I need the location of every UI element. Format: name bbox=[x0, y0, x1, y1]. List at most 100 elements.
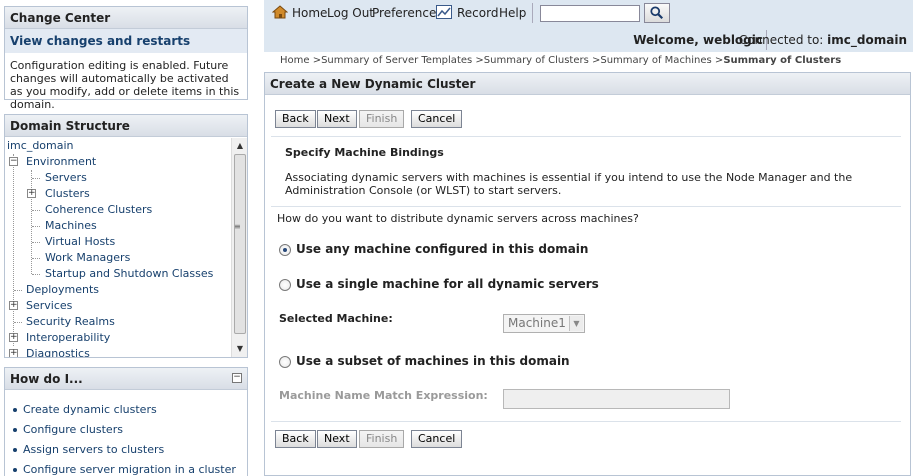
section-title: Specify Machine Bindings bbox=[285, 146, 444, 159]
selected-machine-select: Machine1 ▼ bbox=[503, 314, 585, 333]
scroll-grip-icon: ≡ bbox=[234, 222, 241, 231]
tree-item-coherence-clusters[interactable]: Coherence Clusters bbox=[45, 202, 152, 218]
breadcrumb-trail[interactable]: Home >Summary of Server Templates >Summa… bbox=[280, 55, 723, 66]
radio-subset-machines[interactable] bbox=[279, 355, 291, 368]
expand-services-icon[interactable]: + bbox=[9, 301, 18, 310]
view-changes-link[interactable]: View changes and restarts bbox=[5, 29, 247, 53]
tree-item-interoperability[interactable]: Interoperability bbox=[26, 330, 110, 346]
tree-connector bbox=[14, 322, 22, 323]
tree-scrollbar[interactable]: ▲ ≡ ▼ bbox=[231, 138, 247, 357]
left-sidebar: Change Center View changes and restarts … bbox=[0, 0, 254, 476]
divider bbox=[271, 206, 901, 207]
divider bbox=[271, 421, 901, 422]
tree-item-imc-domain[interactable]: imc_domain bbox=[7, 138, 74, 154]
option-subset-machines[interactable]: Use a subset of machines in this domain bbox=[279, 353, 570, 369]
selected-machine-label: Selected Machine: bbox=[279, 312, 393, 325]
how-do-i-panel: How do I... − Create dynamic clusters Co… bbox=[4, 367, 248, 476]
connected-prefix: Connected to: bbox=[738, 33, 824, 47]
tree-connector bbox=[32, 210, 40, 211]
domain-structure-panel: Domain Structure imc_domain − Environmen… bbox=[4, 114, 248, 358]
preferences-link[interactable]: Preferences bbox=[372, 6, 443, 20]
top-navigation: Home Log Out Preferences Record Help bbox=[264, 0, 913, 26]
search-input[interactable] bbox=[540, 5, 640, 22]
scroll-down-icon[interactable]: ▼ bbox=[233, 342, 247, 356]
cancel-button[interactable]: Cancel bbox=[411, 110, 463, 128]
how-do-i-title-text: How do I... bbox=[10, 372, 83, 386]
option-single-machine[interactable]: Use a single machine for all dynamic ser… bbox=[279, 276, 599, 292]
tree-item-clusters[interactable]: Clusters bbox=[45, 186, 90, 202]
radio-single-machine[interactable] bbox=[279, 278, 291, 291]
breadcrumb-current: Summary of Clusters bbox=[723, 55, 842, 66]
how-do-i-link[interactable]: Create dynamic clusters bbox=[11, 400, 247, 420]
how-do-i-title: How do I... − bbox=[5, 368, 247, 390]
finish-button: Finish bbox=[359, 110, 405, 128]
change-center-description: Configuration editing is enabled. Future… bbox=[10, 59, 240, 111]
search-icon bbox=[650, 6, 664, 20]
connected-to: Connected to: imc_domain bbox=[739, 33, 907, 47]
back-button-bottom[interactable]: Back bbox=[275, 430, 316, 448]
how-do-i-link[interactable]: Configure server migration in a cluster bbox=[11, 460, 247, 476]
tree-connector bbox=[14, 290, 22, 291]
tree-item-startup-shutdown-classes[interactable]: Startup and Shutdown Classes bbox=[45, 266, 213, 282]
tree-item-virtual-hosts[interactable]: Virtual Hosts bbox=[45, 234, 115, 250]
wizard-panel: Create a New Dynamic Cluster Back Next F… bbox=[264, 72, 911, 476]
next-button[interactable]: Next bbox=[317, 110, 357, 128]
scroll-up-icon[interactable]: ▲ bbox=[233, 139, 247, 153]
record-link[interactable]: Record bbox=[457, 6, 498, 20]
tree-connector bbox=[32, 274, 40, 275]
home-icon[interactable] bbox=[272, 4, 288, 20]
expand-interoperability-icon[interactable]: + bbox=[9, 333, 18, 342]
nav-divider bbox=[532, 3, 533, 23]
home-link[interactable]: Home bbox=[292, 6, 327, 20]
wizard-title: Create a New Dynamic Cluster bbox=[265, 73, 910, 95]
next-button-bottom[interactable]: Next bbox=[317, 430, 357, 448]
breadcrumb: Home >Summary of Server Templates >Summa… bbox=[280, 55, 841, 66]
tree-item-services[interactable]: Services bbox=[26, 298, 72, 314]
tree-item-deployments[interactable]: Deployments bbox=[26, 282, 99, 298]
chevron-down-icon: ▼ bbox=[569, 316, 583, 331]
tree-connector bbox=[32, 242, 40, 243]
option-subset-machines-label: Use a subset of machines in this domain bbox=[296, 354, 570, 368]
how-do-i-list: Create dynamic clusters Configure cluste… bbox=[5, 390, 247, 476]
match-expression-input bbox=[503, 389, 730, 409]
change-center-title: Change Center bbox=[5, 7, 247, 29]
option-any-machine[interactable]: Use any machine configured in this domai… bbox=[279, 241, 588, 257]
option-any-machine-label: Use any machine configured in this domai… bbox=[296, 242, 589, 256]
help-link[interactable]: Help bbox=[499, 6, 526, 20]
tree-item-work-managers[interactable]: Work Managers bbox=[45, 250, 130, 266]
option-single-machine-label: Use a single machine for all dynamic ser… bbox=[296, 277, 599, 291]
collapse-panel-icon[interactable]: − bbox=[232, 373, 242, 383]
tree-item-security-realms[interactable]: Security Realms bbox=[26, 314, 115, 330]
record-icon[interactable] bbox=[436, 5, 452, 19]
finish-button-bottom: Finish bbox=[359, 430, 405, 448]
radio-any-machine[interactable] bbox=[279, 243, 291, 256]
connected-domain: imc_domain bbox=[827, 33, 907, 47]
cancel-button-bottom[interactable]: Cancel bbox=[411, 430, 463, 448]
divider bbox=[271, 136, 901, 137]
tree-connector bbox=[32, 226, 40, 227]
selected-machine-value: Machine1 bbox=[508, 316, 566, 330]
welcome-row: Welcome, weblogic Connected to: imc_doma… bbox=[264, 28, 913, 52]
change-center-panel: Change Center View changes and restarts … bbox=[4, 6, 248, 111]
how-do-i-link[interactable]: Assign servers to clusters bbox=[11, 440, 247, 460]
top-bar: Home Log Out Preferences Record Help Wel… bbox=[264, 0, 913, 52]
section-description: Associating dynamic servers with machine… bbox=[285, 171, 853, 197]
tree-connector bbox=[32, 178, 40, 179]
scroll-thumb[interactable] bbox=[234, 154, 246, 334]
tree-guide-line bbox=[13, 154, 14, 346]
match-expression-label: Machine Name Match Expression: bbox=[279, 389, 488, 402]
distribution-question: How do you want to distribute dynamic se… bbox=[277, 212, 639, 225]
tree-item-diagnostics[interactable]: Diagnostics bbox=[26, 346, 90, 357]
back-button[interactable]: Back bbox=[275, 110, 316, 128]
tree-item-machines[interactable]: Machines bbox=[45, 218, 97, 234]
logout-link[interactable]: Log Out bbox=[327, 6, 374, 20]
domain-structure-title: Domain Structure bbox=[5, 115, 247, 137]
search-button[interactable] bbox=[644, 3, 670, 23]
tree-item-environment[interactable]: Environment bbox=[26, 154, 96, 170]
tree-connector bbox=[32, 258, 40, 259]
collapse-environment-icon[interactable]: − bbox=[9, 157, 18, 166]
how-do-i-link[interactable]: Configure clusters bbox=[11, 420, 247, 440]
expand-diagnostics-icon[interactable]: + bbox=[9, 349, 18, 357]
tree-item-servers[interactable]: Servers bbox=[45, 170, 87, 186]
expand-clusters-icon[interactable]: + bbox=[27, 189, 36, 198]
